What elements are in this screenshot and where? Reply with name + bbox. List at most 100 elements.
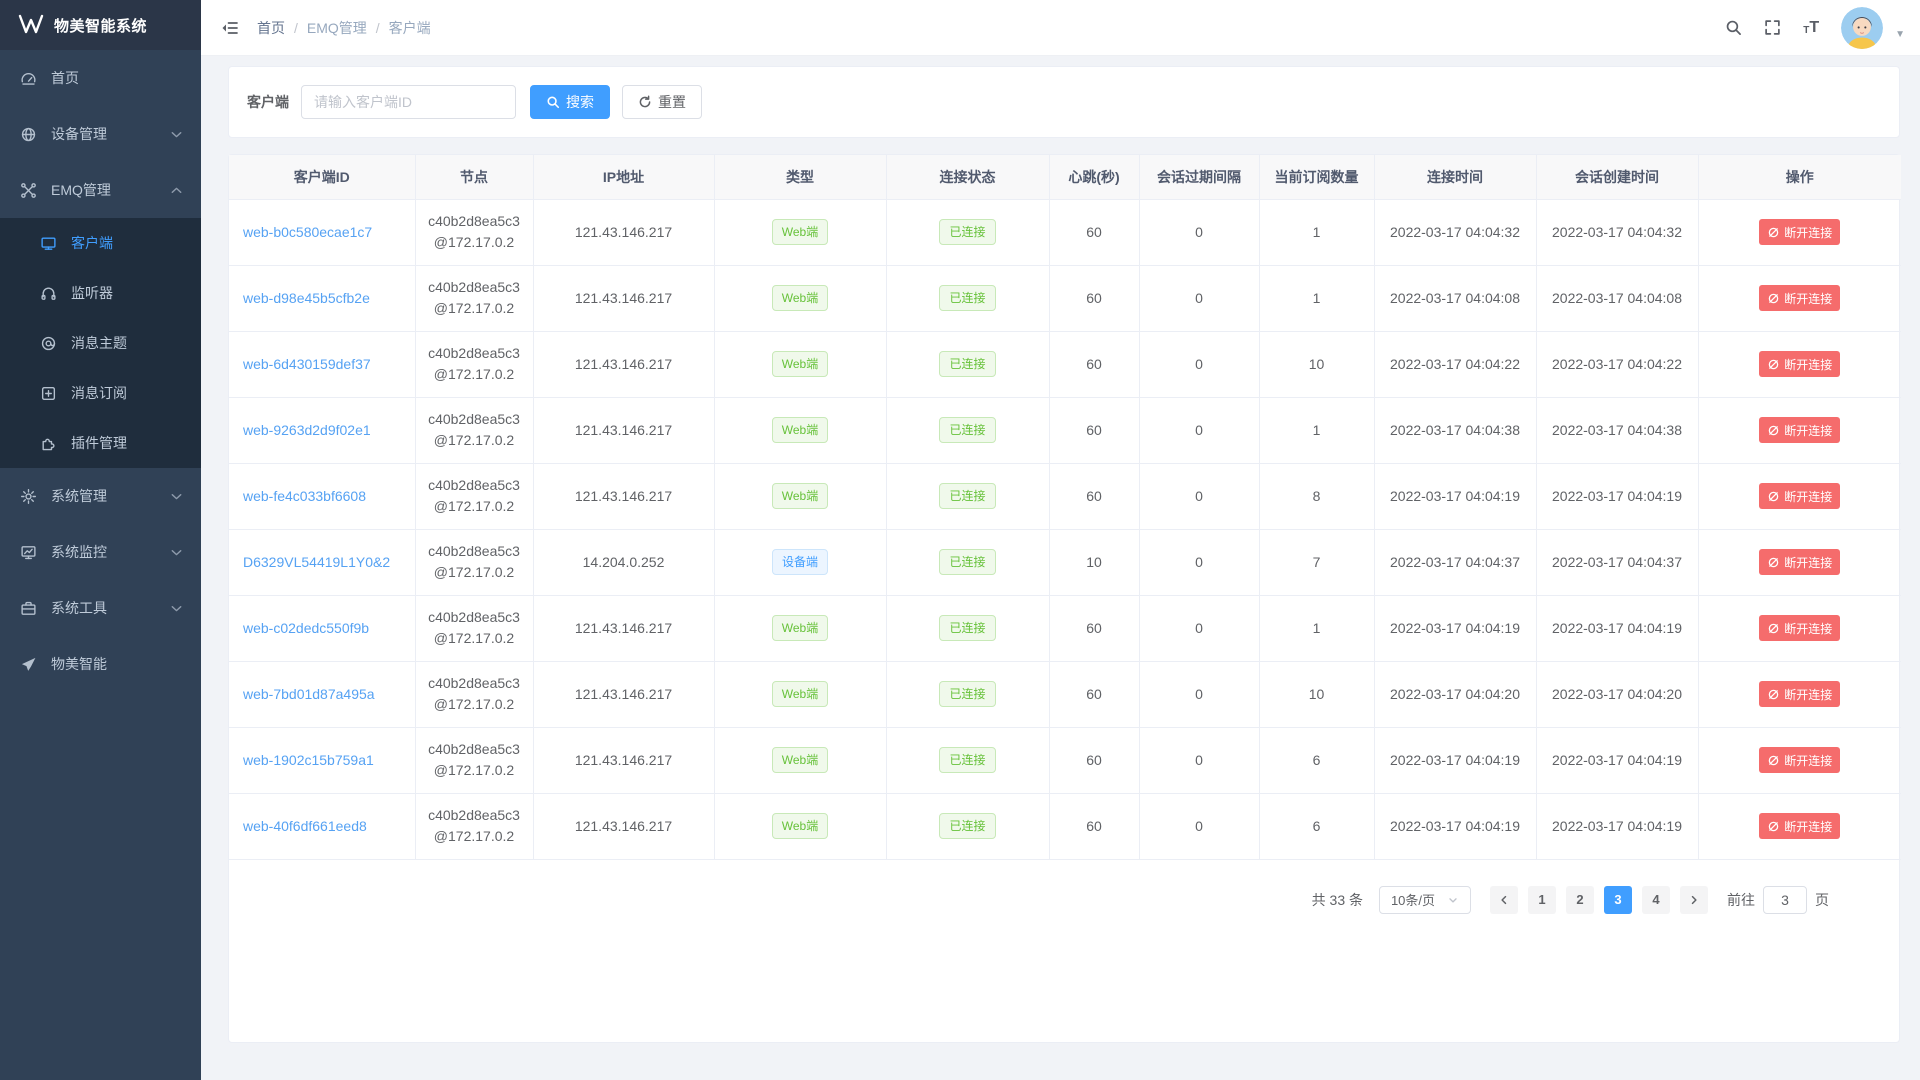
- expiry-interval-cell: 0: [1139, 595, 1259, 661]
- subscriptions-cell: 7: [1259, 529, 1374, 595]
- column-header: 节点: [415, 155, 533, 199]
- previous-page-button[interactable]: [1490, 886, 1518, 914]
- disconnect-button[interactable]: 断开连接: [1759, 615, 1840, 641]
- action-cell: 断开连接: [1698, 727, 1901, 793]
- disconnect-button[interactable]: 断开连接: [1759, 813, 1840, 839]
- client-id-link[interactable]: web-b0c580ecae1c7: [243, 224, 372, 240]
- client-id-link[interactable]: web-9263d2d9f02e1: [243, 422, 371, 438]
- client-id-link[interactable]: web-fe4c033bf6608: [243, 488, 366, 504]
- pager: 1234: [1485, 886, 1713, 914]
- client-id-link[interactable]: web-6d430159def37: [243, 356, 371, 372]
- ip-cell: 121.43.146.217: [533, 331, 714, 397]
- heartbeat-cell: 60: [1049, 463, 1139, 529]
- reset-button[interactable]: 重置: [622, 85, 702, 119]
- sidebar-item-home[interactable]: 首页: [0, 50, 201, 106]
- goto-page-input[interactable]: [1763, 886, 1807, 914]
- status-tag: 已连接: [939, 483, 995, 509]
- type-cell: Web端: [714, 463, 886, 529]
- type-tag: 设备端: [772, 549, 828, 575]
- disconnect-button[interactable]: 断开连接: [1759, 483, 1840, 509]
- status-cell: 已连接: [886, 727, 1049, 793]
- pagination-total: 共 33 条: [1312, 890, 1363, 910]
- device-icon: [20, 126, 37, 143]
- heartbeat-cell: 60: [1049, 331, 1139, 397]
- goto-page: 前往 页: [1727, 886, 1829, 914]
- disconnect-button[interactable]: 断开连接: [1759, 219, 1840, 245]
- client-id-input[interactable]: [301, 85, 516, 119]
- client-id-link[interactable]: web-7bd01d87a495a: [243, 686, 375, 702]
- node-line: c40b2d8ea5c3: [422, 805, 527, 826]
- chevron-down-icon: [168, 488, 185, 505]
- ip-cell: 14.204.0.252: [533, 529, 714, 595]
- page-size-select[interactable]: 10条/页: [1379, 886, 1471, 914]
- session-created-cell: 2022-03-17 04:04:20: [1536, 661, 1698, 727]
- client-id-link[interactable]: web-40f6df661eed8: [243, 818, 367, 834]
- next-page-button[interactable]: [1680, 886, 1708, 914]
- type-tag: Web端: [772, 285, 828, 311]
- sidebar-item-label: 系统监控: [51, 542, 107, 562]
- page-button-3[interactable]: 3: [1604, 886, 1632, 914]
- disconnect-button[interactable]: 断开连接: [1759, 681, 1840, 707]
- chevron-down-icon: [168, 600, 185, 617]
- sidebar-item-label: 系统管理: [51, 486, 107, 506]
- client-id-link[interactable]: web-d98e45b5cfb2e: [243, 290, 370, 306]
- column-header: 心跳(秒): [1049, 155, 1139, 199]
- disconnect-button-label: 断开连接: [1784, 422, 1832, 439]
- type-cell: Web端: [714, 793, 886, 859]
- status-tag: 已连接: [939, 813, 995, 839]
- search-icon[interactable]: [1725, 19, 1742, 36]
- status-cell: 已连接: [886, 199, 1049, 265]
- main-area: 首页/EMQ管理/客户端 TT: [201, 0, 1920, 1080]
- client-id-link[interactable]: web-1902c15b759a1: [243, 752, 374, 768]
- sidebar-item-system-monitor[interactable]: 系统监控: [0, 524, 201, 580]
- subscriptions-cell: 10: [1259, 331, 1374, 397]
- expiry-interval-cell: 0: [1139, 463, 1259, 529]
- sidebar-item-topic[interactable]: 消息主题: [0, 318, 201, 368]
- client-id-link[interactable]: web-c02dedc550f9b: [243, 620, 369, 636]
- search-button[interactable]: 搜索: [530, 85, 610, 119]
- disconnect-button-label: 断开连接: [1784, 356, 1832, 373]
- ip-cell: 121.43.146.217: [533, 397, 714, 463]
- sidebar-collapse-icon[interactable]: [217, 16, 243, 40]
- font-size-icon[interactable]: TT: [1803, 20, 1819, 36]
- node-cell: c40b2d8ea5c3@172.17.0.2: [415, 331, 533, 397]
- sidebar-item-device-mgmt[interactable]: 设备管理: [0, 106, 201, 162]
- disconnect-button[interactable]: 断开连接: [1759, 549, 1840, 575]
- disconnect-button-label: 断开连接: [1784, 752, 1832, 769]
- subscriptions-cell: 8: [1259, 463, 1374, 529]
- page-button-2[interactable]: 2: [1566, 886, 1594, 914]
- breadcrumb-item[interactable]: EMQ管理: [307, 18, 367, 38]
- page-button-4[interactable]: 4: [1642, 886, 1670, 914]
- type-tag: Web端: [772, 615, 828, 641]
- connected-time-cell: 2022-03-17 04:04:22: [1374, 331, 1536, 397]
- status-cell: 已连接: [886, 265, 1049, 331]
- caret-down-icon[interactable]: ▼: [1895, 29, 1905, 40]
- node-cell: c40b2d8ea5c3@172.17.0.2: [415, 529, 533, 595]
- fullscreen-icon[interactable]: [1764, 19, 1781, 36]
- disconnect-button[interactable]: 断开连接: [1759, 285, 1840, 311]
- avatar[interactable]: [1841, 7, 1883, 49]
- ip-cell: 121.43.146.217: [533, 595, 714, 661]
- type-tag: Web端: [772, 681, 828, 707]
- expiry-interval-cell: 0: [1139, 727, 1259, 793]
- disconnect-button[interactable]: 断开连接: [1759, 351, 1840, 377]
- chevron-down-icon: [1447, 894, 1459, 906]
- sidebar-item-emq-mgmt[interactable]: EMQ管理: [0, 162, 201, 218]
- breadcrumb-item[interactable]: 首页: [257, 18, 285, 38]
- client-id-link[interactable]: D6329VL54419L1Y0&2: [243, 554, 390, 570]
- page-button-1[interactable]: 1: [1528, 886, 1556, 914]
- disconnect-button[interactable]: 断开连接: [1759, 417, 1840, 443]
- disconnect-button[interactable]: 断开连接: [1759, 747, 1840, 773]
- sidebar-item-subscribe[interactable]: 消息订阅: [0, 368, 201, 418]
- session-created-cell: 2022-03-17 04:04:19: [1536, 793, 1698, 859]
- disconnect-button-label: 断开连接: [1784, 686, 1832, 703]
- client-id-cell: web-9263d2d9f02e1: [229, 397, 415, 463]
- sidebar-item-wumei-smart[interactable]: 物美智能: [0, 636, 201, 692]
- sidebar-item-label: 物美智能: [51, 654, 107, 674]
- sidebar-item-system-tools[interactable]: 系统工具: [0, 580, 201, 636]
- sidebar-item-plugin[interactable]: 插件管理: [0, 418, 201, 468]
- sidebar-item-system-mgmt[interactable]: 系统管理: [0, 468, 201, 524]
- filter-label: 客户端: [247, 92, 289, 112]
- sidebar-item-listener[interactable]: 监听器: [0, 268, 201, 318]
- sidebar-item-client[interactable]: 客户端: [0, 218, 201, 268]
